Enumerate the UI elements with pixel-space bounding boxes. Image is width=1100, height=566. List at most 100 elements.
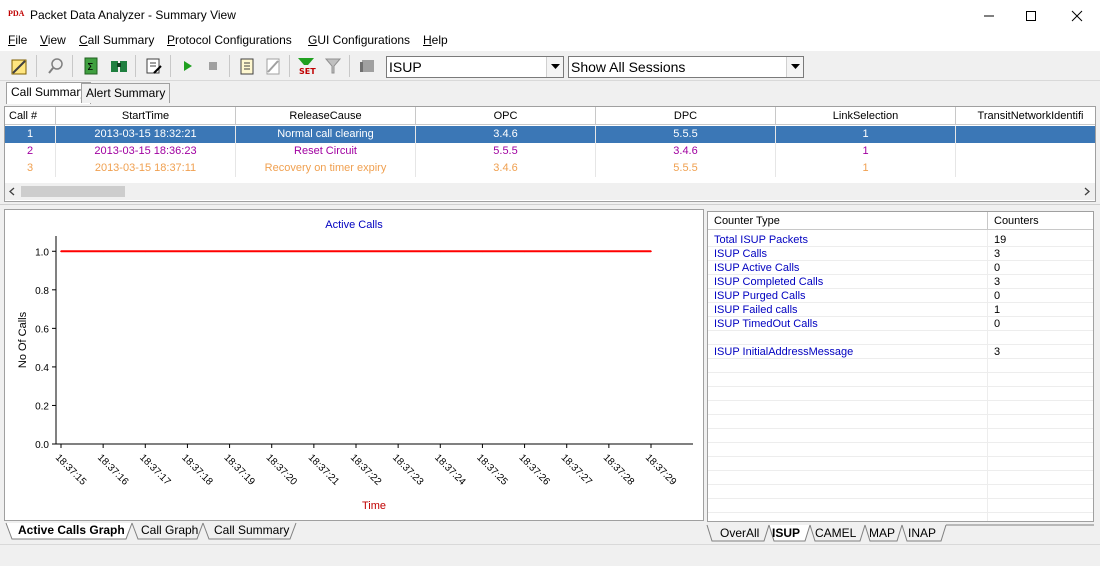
counter-row[interactable]: ISUP Completed Calls 3 <box>708 275 1093 289</box>
x-tick-label: 18:37:29 <box>643 452 679 488</box>
data-point <box>144 250 147 253</box>
tab-isup[interactable]: ISUP <box>766 524 806 542</box>
stack-icon <box>360 60 374 72</box>
tab-alert-summary[interactable]: Alert Summary <box>81 83 171 103</box>
column-header[interactable]: Counter Type <box>708 212 988 230</box>
tab-call-summary[interactable]: Call Summary <box>6 82 92 104</box>
menu-help[interactable]: Help <box>423 33 448 47</box>
tab-overall[interactable]: OverAll <box>714 524 765 542</box>
binoculars-icon <box>111 61 127 72</box>
menu-protocol-configurations[interactable]: Protocol Configurations <box>167 33 292 47</box>
stop-button[interactable] <box>202 55 224 77</box>
menu-call-summary[interactable]: Call Summary <box>79 33 154 47</box>
set-filter-button[interactable]: SET <box>295 55 317 77</box>
counter-value: 3 <box>994 248 1001 260</box>
scrollbar-thumb[interactable] <box>21 186 125 197</box>
protocol-select[interactable]: ISUP <box>386 56 564 78</box>
counter-row[interactable]: ISUP Purged Calls 0 <box>708 289 1093 303</box>
counter-type: ISUP Active Calls <box>714 262 800 274</box>
table-row[interactable]: 2 2013-03-15 18:36:23 Reset Circuit 5.5.5 3.… <box>5 143 1095 160</box>
counter-row[interactable] <box>708 331 1093 345</box>
chevron-right-icon <box>1084 187 1090 196</box>
stack-button[interactable] <box>357 55 379 77</box>
tab-camel[interactable]: CAMEL <box>809 524 862 542</box>
counter-row[interactable]: ISUP TimedOut Calls 0 <box>708 317 1093 331</box>
y-tick-label: 0.8 <box>35 286 49 297</box>
y-tick-label: 0.4 <box>35 363 49 374</box>
tab-active-calls-graph[interactable]: Active Calls Graph <box>12 521 131 539</box>
table-row[interactable]: 1 2013-03-15 18:32:21 Normal call clearing… <box>5 126 1095 143</box>
table-cell: Recovery on timer expiry <box>236 160 416 177</box>
notes-button[interactable] <box>236 55 258 77</box>
chevron-down-icon[interactable] <box>786 57 803 77</box>
table-cell: 3.4.6 <box>416 160 596 177</box>
menu-view[interactable]: View <box>40 33 66 47</box>
counter-row[interactable]: ISUP InitialAddressMessage 3 <box>708 345 1093 359</box>
data-point <box>228 250 231 253</box>
export-button[interactable]: Σ <box>81 55 103 77</box>
find-button[interactable] <box>108 55 130 77</box>
tab-call-graph[interactable]: Call Graph <box>135 521 204 539</box>
tab-inap[interactable]: INAP <box>902 524 942 542</box>
column-header[interactable]: OPC <box>416 107 596 125</box>
table-cell: 5.5.5 <box>416 143 596 160</box>
column-header[interactable]: ReleaseCause <box>236 107 416 125</box>
close-button[interactable] <box>1054 0 1100 31</box>
clear-icon <box>266 58 280 75</box>
table-cell: 1 <box>776 160 956 177</box>
counter-type: ISUP Purged Calls <box>714 290 806 302</box>
column-header[interactable]: LinkSelection <box>776 107 956 125</box>
tab-call-summary-graph[interactable]: Call Summary <box>208 521 295 539</box>
menu-gui-configurations[interactable]: GUI Configurations <box>308 33 410 47</box>
y-tick-label: 0.0 <box>35 440 49 451</box>
horizontal-scrollbar[interactable] <box>5 183 1095 200</box>
x-tick-label: 18:37:21 <box>306 452 342 488</box>
edit-button[interactable] <box>143 55 165 77</box>
chevron-down-icon[interactable] <box>546 57 563 77</box>
column-header[interactable]: Call # <box>5 107 56 125</box>
x-tick-label: 18:37:24 <box>432 452 468 488</box>
counter-value: 0 <box>994 318 1001 330</box>
toolbar: Σ SET ISUP Show All Sessions <box>0 51 1100 81</box>
play-button[interactable] <box>176 55 198 77</box>
table-cell: 1 <box>776 143 956 160</box>
counter-value: 3 <box>994 346 1001 358</box>
menu-file[interactable]: File <box>8 33 27 47</box>
counter-type: ISUP InitialAddressMessage <box>714 346 854 358</box>
config-button[interactable] <box>9 55 31 77</box>
search-icon <box>48 58 63 74</box>
table-header: Call # StartTime ReleaseCause OPC DPC Li… <box>5 107 1095 125</box>
clear-filter-button[interactable] <box>322 55 344 77</box>
counter-row[interactable]: Total ISUP Packets 19 <box>708 233 1093 247</box>
counter-row[interactable]: ISUP Calls 3 <box>708 247 1093 261</box>
x-tick-label: 18:37:20 <box>264 452 300 488</box>
y-axis-label: No Of Calls <box>17 311 29 368</box>
column-header[interactable]: TransitNetworkIdentifi <box>956 107 1095 125</box>
counter-row[interactable]: ISUP Failed calls 1 <box>708 303 1093 317</box>
counter-type: Total ISUP Packets <box>714 234 808 246</box>
title-bar: PDA Packet Data Analyzer - Summary View <box>0 0 1100 31</box>
maximize-button[interactable] <box>1008 0 1054 31</box>
counter-row[interactable]: ISUP Active Calls 0 <box>708 261 1093 275</box>
export-icon: Σ <box>84 57 98 75</box>
session-select[interactable]: Show All Sessions <box>568 56 804 78</box>
svg-text:Σ: Σ <box>87 62 93 73</box>
table-row[interactable]: 3 2013-03-15 18:37:11 Recovery on timer ex… <box>5 160 1095 177</box>
tab-map[interactable]: MAP <box>863 524 901 542</box>
maximize-icon <box>1026 10 1036 21</box>
data-point <box>270 250 273 253</box>
chart-title: Active Calls <box>325 219 383 231</box>
search-button[interactable] <box>45 55 67 77</box>
table-cell: 5.5.5 <box>596 160 776 177</box>
data-point <box>186 250 189 253</box>
column-header[interactable]: StartTime <box>56 107 236 125</box>
minimize-button[interactable] <box>966 0 1012 31</box>
column-header[interactable]: Counters <box>988 212 1093 230</box>
column-header[interactable]: DPC <box>596 107 776 125</box>
protocol-select-value: ISUP <box>389 59 422 75</box>
data-point <box>608 250 610 253</box>
clear-button[interactable] <box>262 55 284 77</box>
table-cell: 2013-03-15 18:37:11 <box>56 160 236 177</box>
y-tick-label: 0.2 <box>35 401 49 412</box>
pane-splitter[interactable] <box>0 204 1100 208</box>
